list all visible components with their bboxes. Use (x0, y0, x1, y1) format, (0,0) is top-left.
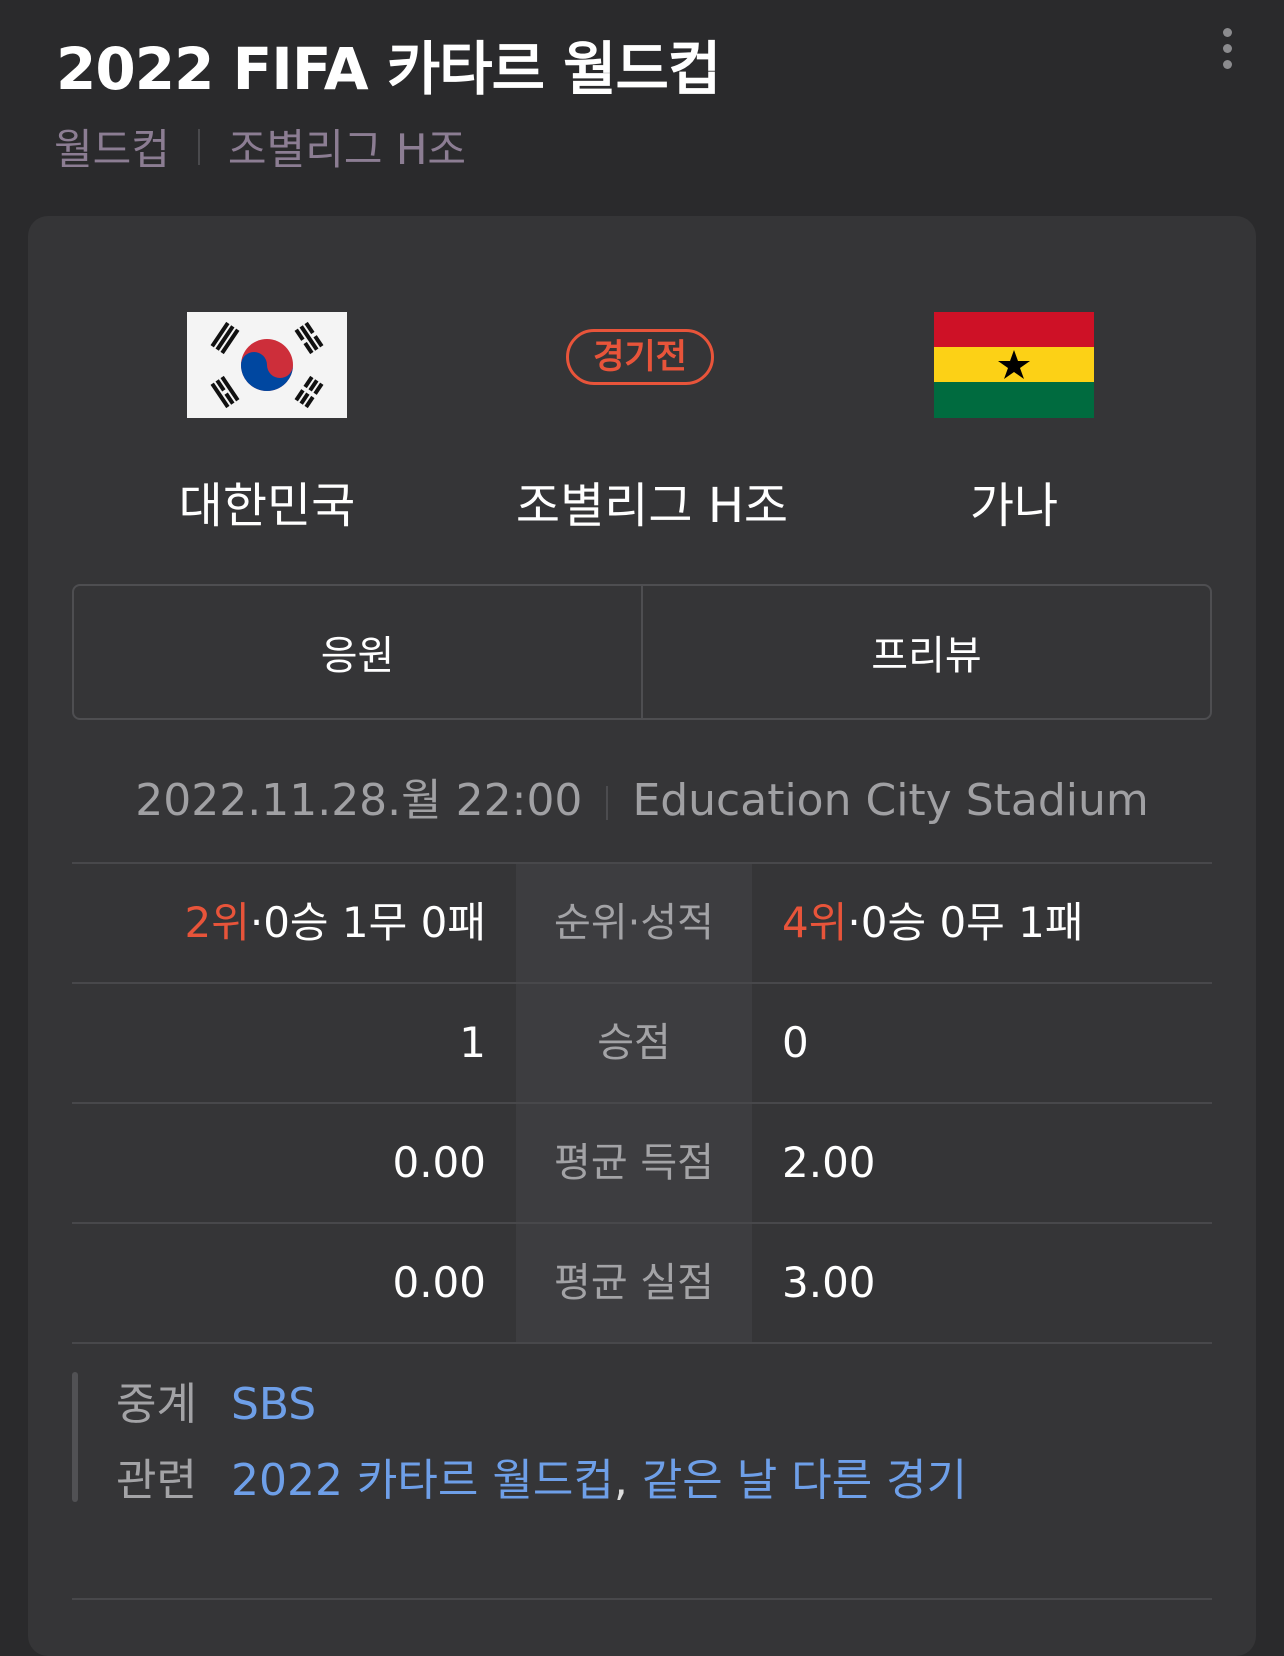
away-rank: 4위 (782, 898, 848, 947)
broadcast-label: 중계 (116, 1379, 197, 1430)
away-stat: 0 (782, 1018, 809, 1067)
away-team-name[interactable]: 가나 (864, 466, 1164, 536)
preview-button[interactable]: 프리뷰 (641, 586, 1210, 718)
home-record: ·0승 1무 0패 (249, 898, 486, 947)
away-stat: 4위·0승 0무 1패 (752, 864, 1212, 982)
home-stat: 0.00 (392, 1138, 486, 1187)
breadcrumb: 월드컵 조별리그 H조 (54, 116, 466, 177)
related-link-same-day[interactable]: 같은 날 다른 경기 (642, 1455, 967, 1506)
page-title: 2022 FIFA 카타르 월드컵 (56, 35, 721, 103)
more-options-icon[interactable] (1220, 28, 1234, 72)
home-stat: 2위·0승 1무 0패 (72, 864, 516, 982)
breadcrumb-group-h[interactable]: 조별리그 H조 (228, 116, 466, 177)
stat-label: 순위·성적 (516, 864, 752, 982)
home-stat: 0.00 (392, 1258, 486, 1307)
south-korea-flag-icon[interactable] (187, 312, 347, 418)
info-accent-bar (72, 1372, 78, 1502)
table-row: 1 승점 0 (72, 984, 1212, 1104)
breadcrumb-worldcup[interactable]: 월드컵 (54, 116, 170, 177)
away-record: ·0승 0무 1패 (847, 898, 1084, 947)
broadcast-line: 중계 SBS (116, 1368, 316, 1432)
related-label: 관련 (116, 1455, 197, 1506)
away-stat: 3.00 (782, 1258, 876, 1307)
related-link-worldcup[interactable]: 2022 카타르 월드컵 (231, 1455, 614, 1506)
cheer-button[interactable]: 응원 (74, 586, 641, 718)
stat-label: 평균 득점 (516, 1104, 752, 1222)
table-row: 0.00 평균 득점 2.00 (72, 1104, 1212, 1224)
divider (72, 1598, 1212, 1600)
home-team-name[interactable]: 대한민국 (117, 466, 417, 536)
match-status-badge: 경기전 (566, 329, 714, 385)
stat-label: 평균 실점 (516, 1224, 752, 1342)
table-row: 2위·0승 1무 0패 순위·성적 4위·0승 0무 1패 (72, 864, 1212, 984)
broadcast-link[interactable]: SBS (231, 1379, 316, 1430)
related-separator: , (613, 1455, 628, 1506)
away-stat: 2.00 (782, 1138, 876, 1187)
match-stage: 조별리그 H조 (515, 478, 789, 534)
breadcrumb-divider (197, 128, 200, 165)
match-card: 경기전 대한민국 조별리그 H조 가나 응원 프리뷰 2022.11.28.월 … (28, 216, 1256, 1656)
table-row: 0.00 평균 실점 3.00 (72, 1224, 1212, 1344)
related-line: 관련 2022 카타르 월드컵, 같은 날 다른 경기 (116, 1444, 967, 1508)
ghana-flag-icon[interactable] (934, 312, 1094, 418)
home-rank: 2위 (184, 898, 250, 947)
action-buttons: 응원 프리뷰 (72, 584, 1212, 720)
meta-divider (606, 786, 609, 820)
match-venue: Education City Stadium (632, 775, 1149, 826)
stats-table: 2위·0승 1무 0패 순위·성적 4위·0승 0무 1패 1 승점 0 0.0… (72, 862, 1212, 1344)
match-datetime: 2022.11.28.월 22:00 (135, 775, 583, 826)
stat-label: 승점 (516, 984, 752, 1102)
home-stat: 1 (459, 1018, 486, 1067)
match-meta: 2022.11.28.월 22:00 Education City Stadium (28, 764, 1256, 828)
